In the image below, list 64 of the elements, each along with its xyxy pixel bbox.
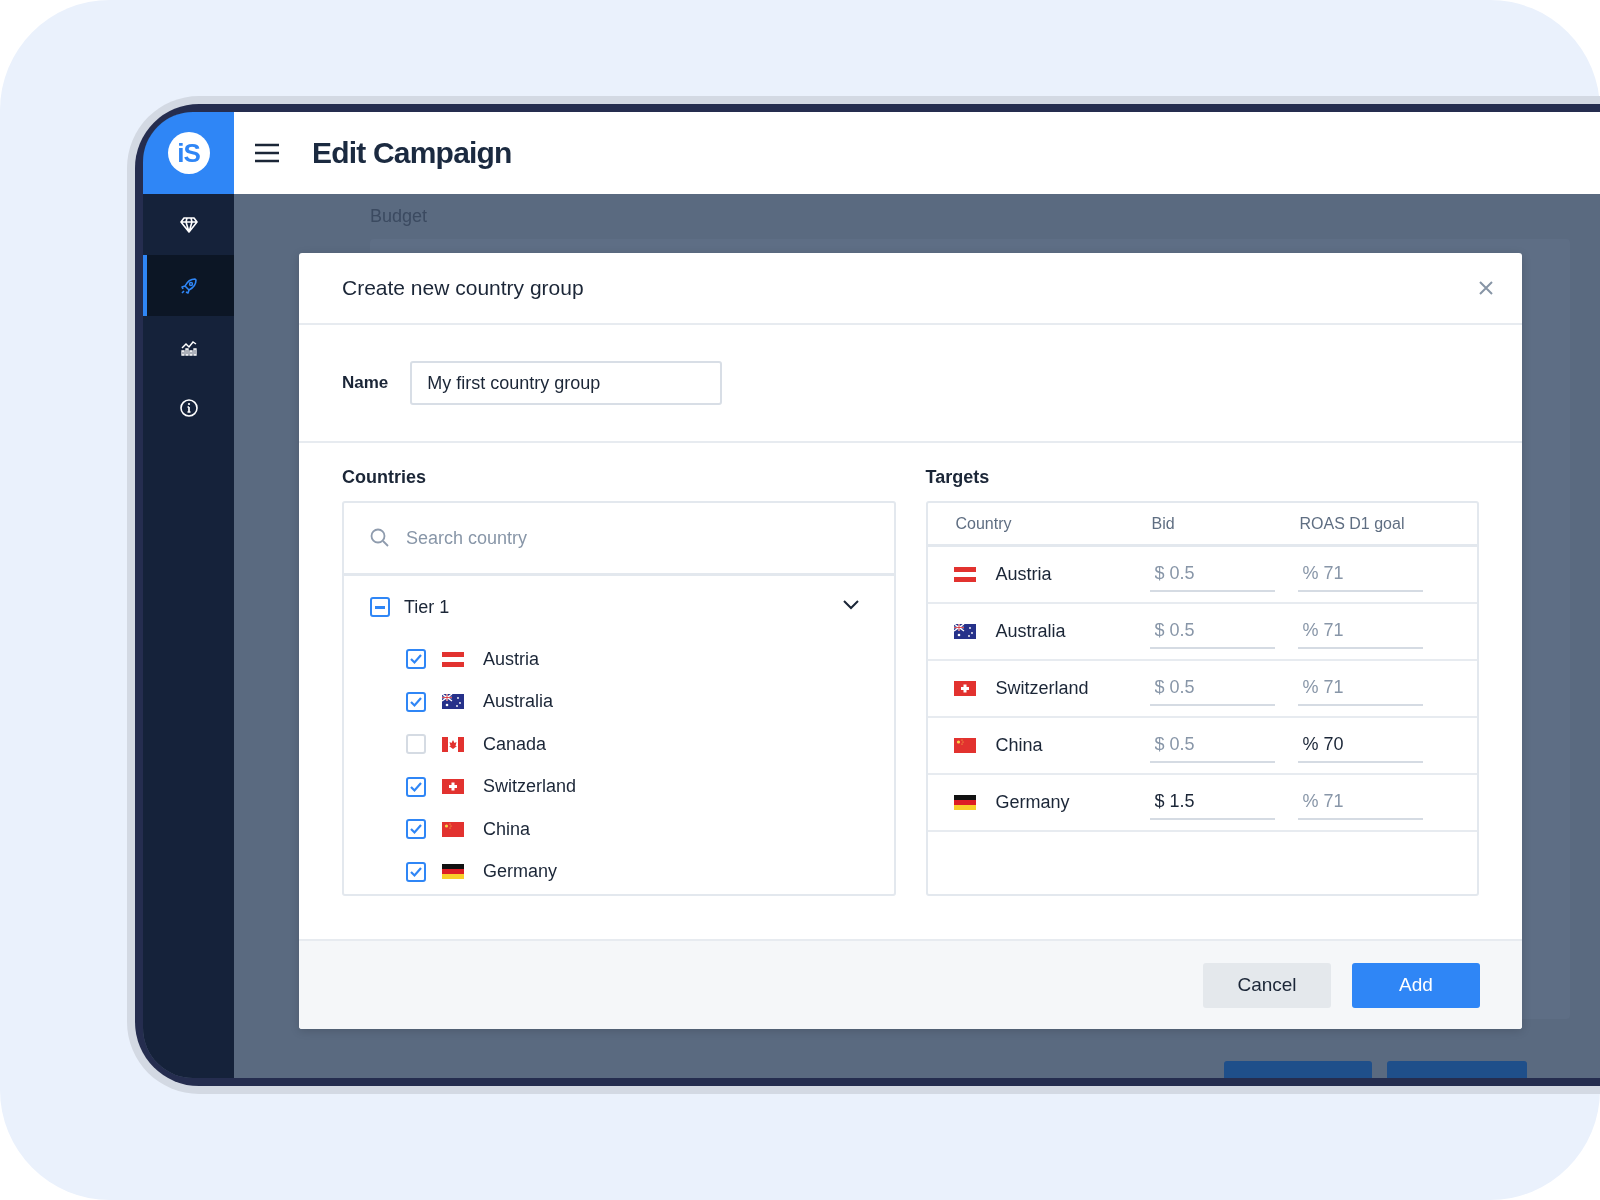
- flag-icon: [442, 736, 464, 752]
- input-field[interactable]: $ 0.5: [1149, 614, 1275, 649]
- column-header: Bid: [1151, 514, 1176, 533]
- checkmark-icon: [409, 695, 423, 708]
- checkbox[interactable]: [406, 649, 426, 670]
- input-field[interactable]: % 71: [1297, 671, 1423, 706]
- logo: iS: [167, 132, 210, 174]
- country-name: Austria: [995, 564, 1052, 585]
- search-field[interactable]: Search country: [404, 526, 808, 550]
- country-name: Australia: [483, 691, 554, 713]
- flag-icon: [953, 738, 976, 753]
- cancel-button[interactable]: Cancel: [1203, 962, 1331, 1008]
- checkbox[interactable]: [406, 691, 426, 712]
- checkbox[interactable]: [406, 861, 426, 882]
- checkmark-icon: [409, 865, 423, 878]
- country-name: Switzerland: [995, 678, 1089, 699]
- checkmark-icon: [409, 780, 423, 793]
- page-title: Edit Campaign: [312, 136, 512, 170]
- flag-icon: [953, 795, 976, 810]
- section-heading: Countries: [342, 466, 426, 489]
- checkbox[interactable]: [370, 597, 390, 617]
- rocket-icon: [178, 275, 199, 296]
- group-label: Tier 1: [404, 596, 451, 618]
- checkbox[interactable]: [406, 819, 426, 840]
- section-heading: Targets: [925, 466, 990, 489]
- flag-icon: [953, 624, 976, 639]
- country-name: Canada: [483, 733, 547, 755]
- input-field[interactable]: % 71: [1297, 785, 1423, 820]
- menu-icon[interactable]: [254, 142, 280, 164]
- info-icon: [178, 397, 199, 418]
- nav-item[interactable]: [143, 255, 234, 316]
- country-name: Switzerland: [483, 776, 577, 798]
- input-field[interactable]: % 71: [1297, 614, 1423, 649]
- input-field[interactable]: $ 0.5: [1149, 728, 1275, 763]
- column-header: Country: [955, 514, 1013, 533]
- flag-icon: [442, 651, 464, 667]
- country-name: Austria: [483, 648, 540, 670]
- input-field[interactable]: % 71: [1297, 557, 1423, 592]
- input-field[interactable]: % 70: [1297, 728, 1423, 763]
- checkmark-icon: [409, 823, 423, 836]
- search-icon: [370, 528, 390, 548]
- country-name: Germany: [483, 861, 558, 883]
- flag-icon: [442, 864, 464, 880]
- flag-icon: [953, 681, 976, 696]
- input-field[interactable]: My first country group: [410, 361, 723, 405]
- country-name: Germany: [995, 792, 1070, 813]
- input-field[interactable]: $ 1.5: [1149, 785, 1275, 820]
- country-name: China: [995, 735, 1043, 756]
- field-label: Name: [342, 373, 389, 393]
- flag-icon: [953, 567, 976, 582]
- checkmark-icon: [409, 653, 423, 666]
- close-icon[interactable]: [1478, 280, 1494, 296]
- column-header: ROAS D1 goal: [1299, 514, 1405, 533]
- checkbox[interactable]: [406, 776, 426, 797]
- diamond-icon: [178, 214, 199, 235]
- flag-icon: [442, 821, 464, 837]
- add-button[interactable]: Add: [1352, 962, 1480, 1008]
- dialog-title: Create new country group: [342, 276, 584, 300]
- country-name: Australia: [995, 621, 1066, 642]
- input-field[interactable]: $ 0.5: [1149, 557, 1275, 592]
- flag-icon: [442, 694, 464, 710]
- input-field[interactable]: $ 0.5: [1149, 671, 1275, 706]
- flag-icon: [442, 779, 464, 795]
- country-name: China: [483, 818, 531, 840]
